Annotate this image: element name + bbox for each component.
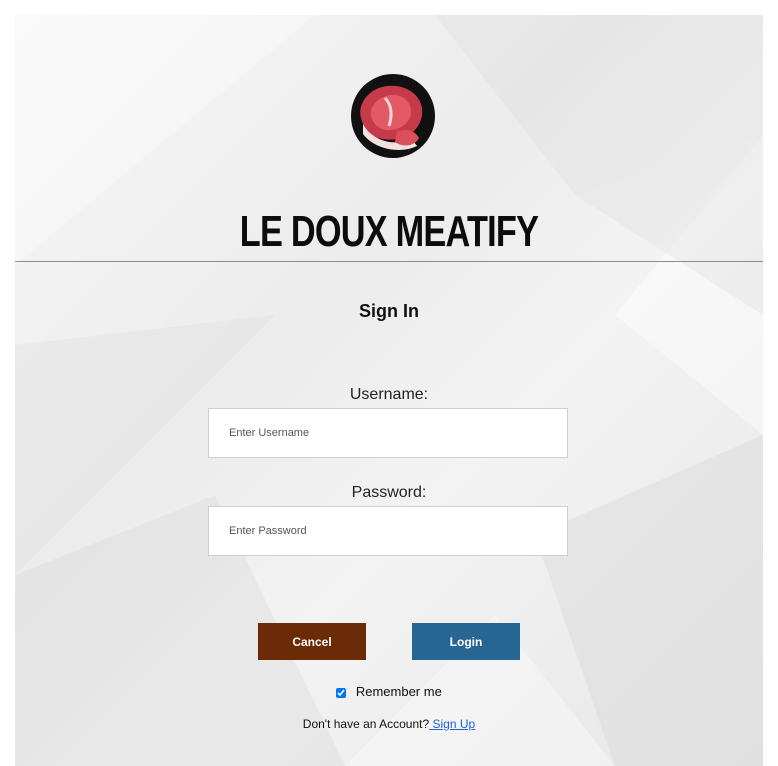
steak-logo-icon [351, 74, 435, 158]
username-label: Username: [349, 386, 429, 403]
signup-link[interactable]: Sign Up [429, 717, 476, 731]
login-button[interactable]: Login [412, 623, 520, 660]
password-label: Password: [351, 484, 427, 501]
brand-title: LE DOUX MEATIFY [239, 207, 539, 256]
login-panel: LE DOUX MEATIFY Sign In Username: Passwo… [15, 15, 763, 766]
header-divider [15, 261, 763, 262]
username-input[interactable] [208, 408, 568, 458]
sign-in-heading: Sign In [359, 301, 419, 321]
remember-me-checkbox[interactable] [336, 687, 347, 698]
signup-prompt: Don't have an Account? Sign Up [15, 717, 763, 731]
cancel-button[interactable]: Cancel [258, 623, 366, 660]
password-input[interactable] [208, 506, 568, 556]
remember-me-row: Remember me [15, 684, 763, 699]
no-account-text: Don't have an Account? [302, 717, 430, 731]
remember-me-label: Remember me [355, 684, 442, 699]
